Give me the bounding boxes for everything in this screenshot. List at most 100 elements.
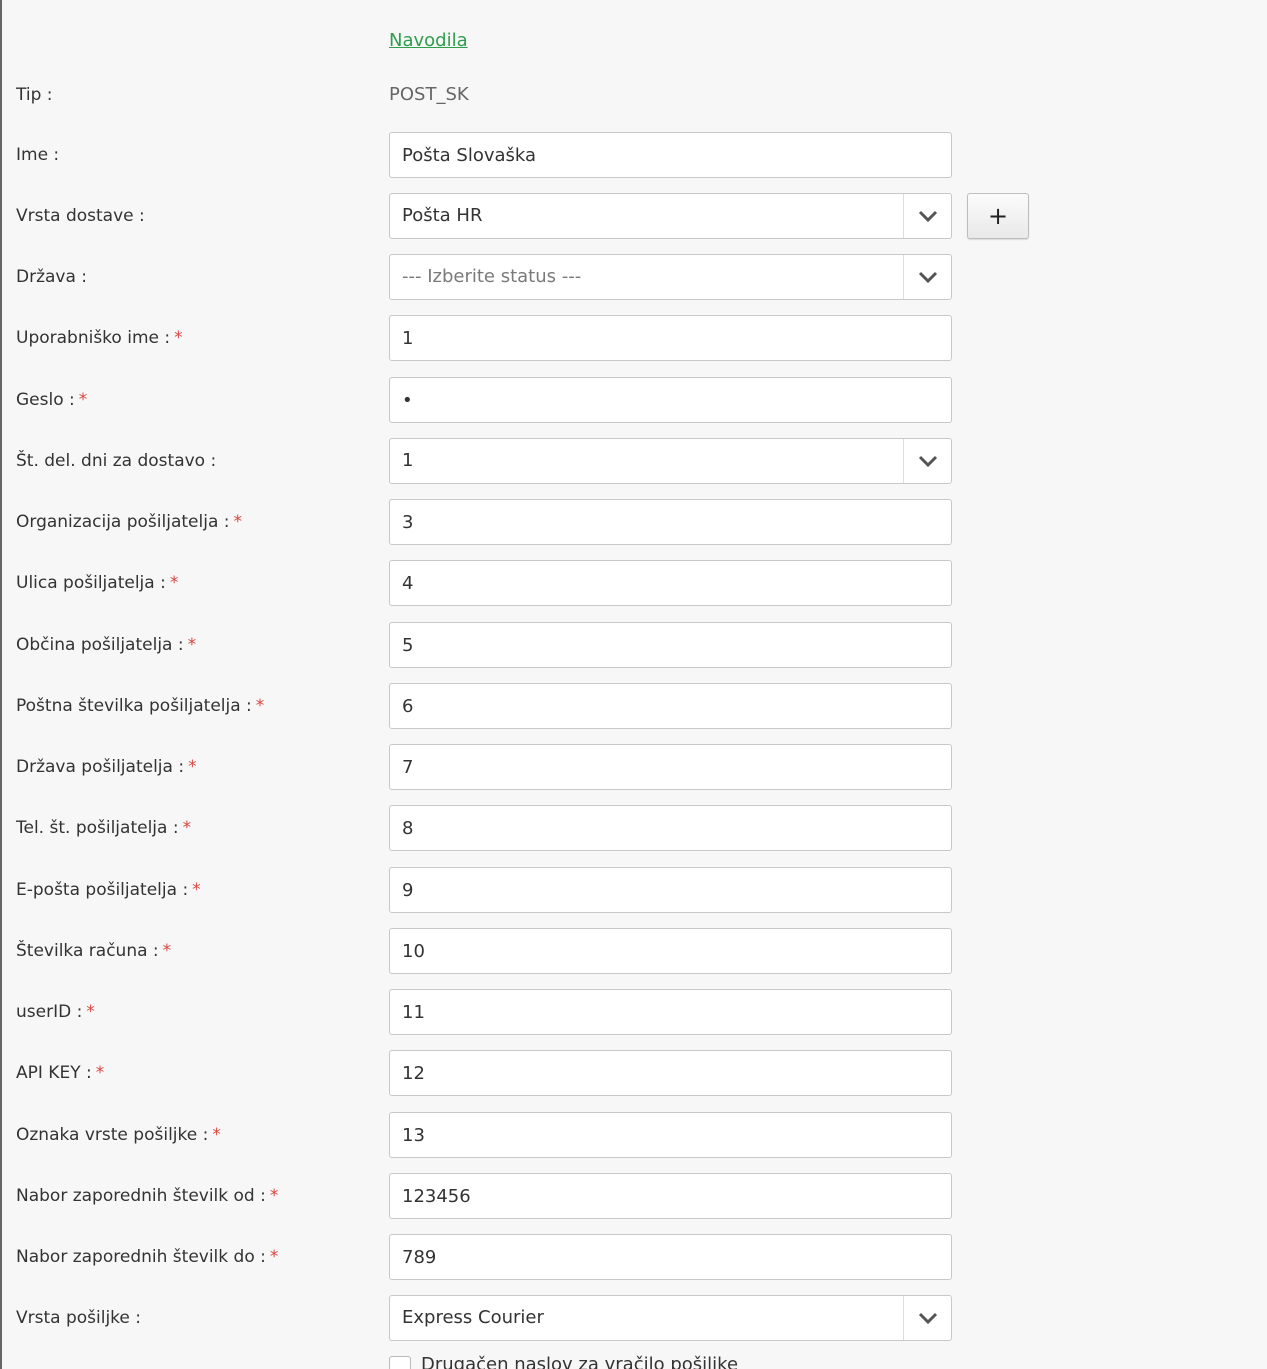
tel-label-text: Tel. št. pošiljatelja : xyxy=(16,818,179,838)
organizacija-label: Organizacija pošiljatelja : * xyxy=(16,499,242,545)
row-ime: Ime : xyxy=(2,132,1267,178)
obcina-label-text: Občina pošiljatelja : xyxy=(16,635,184,655)
help-link[interactable]: Navodila xyxy=(389,30,468,51)
required-marker: * xyxy=(269,1247,279,1267)
organizacija-input[interactable] xyxy=(389,499,952,545)
vrsta-posiljke-selected: Express Courier xyxy=(402,1307,544,1328)
required-marker: * xyxy=(212,1125,221,1145)
row-eposta: E-pošta pošiljatelja : * xyxy=(2,867,1267,913)
geslo-label: Geslo : * xyxy=(16,377,87,423)
postna-stevilka-input[interactable] xyxy=(389,683,952,729)
required-marker: * xyxy=(188,757,197,777)
row-obcina: Občina pošiljatelja : * xyxy=(2,622,1267,668)
drugacen-naslov-label: Drugačen naslov za vračilo pošiljke xyxy=(421,1354,739,1369)
obcina-input[interactable] xyxy=(389,622,952,668)
chevron-down-icon xyxy=(903,439,951,483)
postna-stevilka-label: Poštna številka pošiljatelja : * xyxy=(16,683,264,729)
row-oznaka-vrste: Oznaka vrste pošiljke : * xyxy=(2,1112,1267,1158)
row-drzava: Država : --- Izberite status --- xyxy=(2,254,1267,300)
chevron-down-icon xyxy=(903,255,951,299)
row-drzava-posiljatelja: Država pošiljatelja : * xyxy=(2,744,1267,790)
vrsta-posiljke-select[interactable]: Express Courier xyxy=(389,1295,952,1341)
required-marker: * xyxy=(255,696,265,716)
st-del-dni-label: Št. del. dni za dostavo : xyxy=(16,451,217,471)
required-marker: * xyxy=(192,880,201,900)
eposta-input[interactable] xyxy=(389,867,952,913)
row-organizacija: Organizacija pošiljatelja : * xyxy=(2,499,1267,545)
oznaka-vrste-label-text: Oznaka vrste pošiljke : xyxy=(16,1125,209,1145)
geslo-label-text: Geslo : xyxy=(16,390,75,410)
tel-label: Tel. št. pošiljatelja : * xyxy=(16,805,191,851)
drzava-posiljatelja-input[interactable] xyxy=(389,744,952,790)
uporabnisko-ime-label: Uporabniško ime : * xyxy=(16,315,183,361)
row-vrsta-dostave: Vrsta dostave : Pošta HR + xyxy=(2,193,1267,239)
required-marker: * xyxy=(169,573,179,593)
required-marker: * xyxy=(78,390,88,410)
row-nabor-od: Nabor zaporednih številk od : * xyxy=(2,1173,1267,1219)
st-del-dni-selected: 1 xyxy=(402,450,414,471)
ulica-label: Ulica pošiljatelja : * xyxy=(16,560,178,606)
required-marker: * xyxy=(187,635,197,655)
eposta-label: E-pošta pošiljatelja : * xyxy=(16,867,201,913)
vrsta-dostave-select[interactable]: Pošta HR xyxy=(389,193,952,239)
add-delivery-type-button[interactable]: + xyxy=(967,193,1029,239)
user-id-label: userID : * xyxy=(16,989,95,1035)
st-del-dni-select[interactable]: 1 xyxy=(389,438,952,484)
row-vrsta-posiljke: Vrsta pošiljke : Express Courier xyxy=(2,1295,1267,1341)
stevilka-racuna-label: Številka računa : * xyxy=(16,928,171,974)
api-key-label: API KEY : * xyxy=(16,1050,104,1096)
eposta-label-text: E-pošta pošiljatelja : xyxy=(16,880,189,900)
row-nabor-do: Nabor zaporednih številk do : * xyxy=(2,1234,1267,1280)
nabor-do-input[interactable] xyxy=(389,1234,952,1280)
required-marker: * xyxy=(162,941,172,961)
nabor-do-label-text: Nabor zaporednih številk do : xyxy=(16,1247,266,1267)
stevilka-racuna-input[interactable] xyxy=(389,928,952,974)
drugacen-naslov-checkbox[interactable] xyxy=(389,1356,411,1369)
required-marker: * xyxy=(233,512,243,532)
tel-input[interactable] xyxy=(389,805,952,851)
chevron-down-icon xyxy=(903,194,951,238)
ulica-input[interactable] xyxy=(389,560,952,606)
required-marker: * xyxy=(182,818,192,838)
nabor-od-input[interactable] xyxy=(389,1173,952,1219)
oznaka-vrste-label: Oznaka vrste pošiljke : * xyxy=(16,1112,221,1158)
vrsta-dostave-label: Vrsta dostave : xyxy=(16,206,145,226)
settings-form-page: Navodila Tip : POST_SK Ime : Vrsta dosta… xyxy=(0,0,1267,1369)
row-postna-stevilka: Poštna številka pošiljatelja : * xyxy=(2,683,1267,729)
row-uporabnisko-ime: Uporabniško ime : * xyxy=(2,315,1267,361)
row-api-key: API KEY : * xyxy=(2,1050,1267,1096)
required-marker: * xyxy=(95,1063,105,1083)
api-key-input[interactable] xyxy=(389,1050,952,1096)
row-ulica: Ulica pošiljatelja : * xyxy=(2,560,1267,606)
chevron-down-icon xyxy=(903,1296,951,1340)
ime-label: Ime : xyxy=(16,145,60,165)
user-id-input[interactable] xyxy=(389,989,952,1035)
postna-stevilka-label-text: Poštna številka pošiljatelja : xyxy=(16,696,252,716)
required-marker: * xyxy=(269,1186,279,1206)
tip-value: POST_SK xyxy=(389,84,469,105)
vrsta-dostave-selected: Pošta HR xyxy=(402,205,483,226)
ime-input[interactable] xyxy=(389,132,952,178)
geslo-input[interactable] xyxy=(389,377,952,423)
uporabnisko-ime-label-text: Uporabniško ime : xyxy=(16,328,171,348)
row-tel: Tel. št. pošiljatelja : * xyxy=(2,805,1267,851)
user-id-label-text: userID : xyxy=(16,1002,83,1022)
ulica-label-text: Ulica pošiljatelja : xyxy=(16,573,166,593)
obcina-label: Občina pošiljatelja : * xyxy=(16,622,196,668)
oznaka-vrste-input[interactable] xyxy=(389,1112,952,1158)
drzava-placeholder: --- Izberite status --- xyxy=(402,266,582,287)
required-marker: * xyxy=(86,1002,95,1022)
vrsta-posiljke-label: Vrsta pošiljke : xyxy=(16,1308,142,1328)
drzava-posiljatelja-label-text: Država pošiljatelja : xyxy=(16,757,185,777)
row-stevilka-racuna: Številka računa : * xyxy=(2,928,1267,974)
nabor-od-label: Nabor zaporednih številk od : * xyxy=(16,1173,278,1219)
required-marker: * xyxy=(174,328,183,348)
api-key-label-text: API KEY : xyxy=(16,1063,92,1083)
nabor-od-label-text: Nabor zaporednih številk od : xyxy=(16,1186,266,1206)
organizacija-label-text: Organizacija pošiljatelja : xyxy=(16,512,230,532)
uporabnisko-ime-input[interactable] xyxy=(389,315,952,361)
row-st-del-dni: Št. del. dni za dostavo : 1 xyxy=(2,438,1267,484)
tip-label: Tip : xyxy=(16,85,53,105)
drzava-posiljatelja-label: Država pošiljatelja : * xyxy=(16,744,197,790)
drzava-select[interactable]: --- Izberite status --- xyxy=(389,254,952,300)
